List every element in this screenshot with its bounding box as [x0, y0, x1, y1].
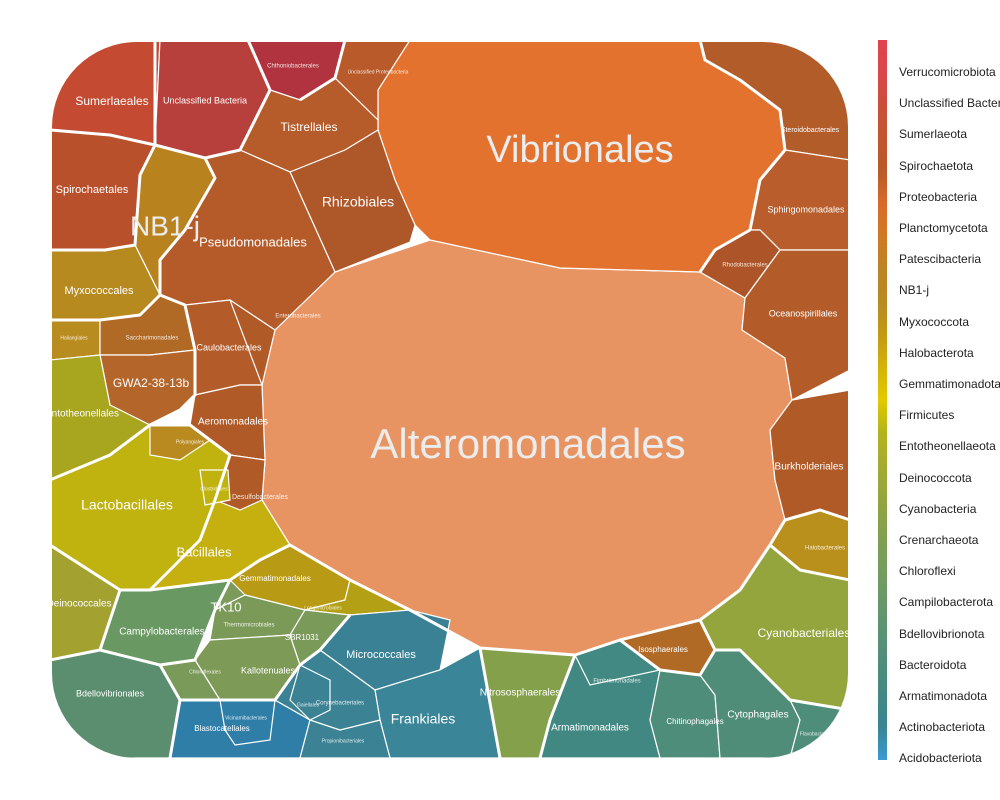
cell-label-isosphaerales: Isosphaerales: [638, 645, 688, 654]
legend-item-patescibacteria: Patescibacteria: [899, 252, 982, 267]
cell-label-enterobacterales: Enterobacterales: [275, 314, 320, 320]
cell-label-sphingomonadales: Sphingomonadales: [767, 204, 845, 214]
cell-flavobacteriales: [788, 699, 848, 758]
cell-label-myxococcales: Myxococcales: [64, 285, 134, 297]
cell-label-campylobacterales: Campylobacterales: [119, 627, 205, 638]
cell-label-pseudomonadales: Pseudomonadales: [199, 234, 307, 249]
legend-item-crenarchaeota: Crenarchaeota: [899, 533, 979, 547]
cell-label-gwa2-38-13b: GWA2-38-13b: [113, 376, 190, 390]
cell-label-tk10: TK10: [210, 599, 241, 614]
cell-label-polyangiales: Polyangiales: [176, 439, 205, 445]
legend: Verrucomicrobiota Unclassified Bacteria Su…: [878, 40, 1000, 765]
legend-item-sumerlaeota: Sumerlaeota: [899, 127, 968, 142]
cell-label-vibrionales: Vibrionales: [486, 129, 673, 171]
cell-label-rhodobacterales: Rhodobacterales: [722, 263, 767, 269]
cell-label-bacillales: Bacillales: [177, 544, 232, 559]
cell-label-nitrososphaerales: Nitrososphaerales: [480, 688, 561, 699]
cell-label-cyanobacteriales: Cyanobacteriales: [758, 626, 851, 640]
legend-item-nb1-j: NB1-j: [899, 283, 930, 298]
cell-label-flavobacteriales: Flavobacteriales: [800, 731, 837, 737]
cell-label-aeromonadales: Aeromonadales: [198, 417, 268, 428]
cell-label-caulobacterales: Caulobacterales: [196, 342, 262, 352]
cell-label-thermomicrobiales: Thermomicrobiales: [223, 623, 274, 629]
cell-label-propionibacteriales: Propionibacteriales: [322, 738, 365, 744]
legend-item-armatimonadota: Armatimonadota: [899, 689, 988, 703]
legend-item-bdellovibrionota: Bdellovibrionota: [899, 626, 985, 641]
legend-item-cyanobacteria: Cyanobacteria: [899, 501, 977, 516]
cell-sumerlaeales: [52, 42, 161, 146]
legend-item-proteobacteria: Proteobacteria: [899, 189, 978, 204]
legend-item-myxococcota: Myxococcota: [899, 314, 970, 329]
legend-color-bar: [878, 40, 887, 760]
cell-label-haliangiales: Haliangiales: [60, 335, 88, 341]
cell-label-corynebacteriales: Corynebacteriales: [316, 701, 364, 707]
voronoi-treemap: Alteromonadales Vibrionales Sumerlaeales Un…: [45, 42, 851, 758]
legend-item-gemmatimonadota: Gemmatimonadota: [899, 377, 1000, 391]
legend-item-actinobacteriota: Actinobacteriota: [899, 720, 986, 735]
legend-item-firmicutes: Firmicutes: [899, 408, 955, 423]
legend-item-chloroflexi: Chloroflexi: [899, 564, 956, 579]
legend-item-bacteroidota: Bacteroidota: [899, 657, 967, 672]
cell-label-gaiellales: Gaiellales: [297, 702, 319, 708]
cell-label-chloroflexales: Chloroflexales: [189, 669, 221, 675]
legend-item-deinococcota: Deinococcota: [899, 470, 972, 485]
cell-label-entotheonellales: Entotheonellales: [45, 409, 119, 420]
cell-label-fimbriimonadales: Fimbriimonadales: [593, 679, 640, 685]
legend-item-halobacterota: Halobacterota: [899, 345, 974, 360]
cell-label-halobacterales: Halobacterales: [805, 546, 845, 552]
legend-item-acidobacteriota: Acidobacteriota: [899, 751, 982, 766]
cell-label-unclassified-proteobacteria: Unclassified Proteobacteria: [348, 69, 409, 75]
cell-label-tistrellales: Tistrellales: [281, 120, 338, 134]
legend-item-spirochaetota: Spirochaetota: [899, 158, 974, 173]
cell-label-chthoniobacterales: Chthoniobacterales: [267, 64, 319, 70]
cell-label-bdellovibrionales: Bdellovibrionales: [76, 688, 145, 698]
cell-label-sumerlaeales: Sumerlaeales: [75, 94, 148, 108]
cell-label-rhizobiales: Rhizobiales: [322, 194, 394, 210]
cell-label-steroidobacterales: Steroidobacterales: [781, 127, 840, 134]
cell-label-frankiales: Frankiales: [391, 711, 456, 727]
legend-item-entotheonellaeota: Entotheonellaeota: [899, 439, 996, 454]
cell-label-chitinophagales: Chitinophagales: [666, 717, 723, 726]
cell-label-burkholderiales: Burkholderiales: [775, 462, 844, 473]
cell-label-kallotenuales: Kallotenuales: [241, 665, 296, 675]
cell-label-saccharimonadales: Saccharimonadales: [126, 336, 179, 342]
cell-label-gemmatimonadales: Gemmatimonadales: [239, 574, 311, 583]
cell-label-clostridiales: Clostridiales: [200, 486, 228, 492]
cell-label-sbr1031: SBR1031: [285, 633, 320, 642]
cell-label-spirochaetales: Spirochaetales: [56, 184, 129, 196]
cell-label-armatimonadales: Armatimonadales: [551, 723, 629, 734]
cell-label-nb1-j: NB1-j: [130, 210, 200, 241]
cell-label-cytophagales: Cytophagales: [727, 710, 788, 721]
cell-label-micrococcales: Micrococcales: [346, 649, 416, 661]
cell-label-oceanospirillales: Oceanospirillales: [769, 308, 838, 318]
legend-item-campilobacterota: Campilobacterota: [899, 595, 994, 610]
cell-label-blastocatellales: Blastocatellales: [194, 724, 250, 733]
legend-item-unclassified-bacteria: Unclassified Bacteria: [899, 96, 1000, 111]
legend-item-planctomycetota: Planctomycetota: [899, 221, 988, 235]
legend-item-verrucomicrobiota: Verrucomicrobiota: [899, 65, 996, 79]
cell-label-alteromonadales: Alteromonadales: [370, 420, 685, 467]
cell-label-unclassified-bacteria: Unclassified Bacteria: [163, 95, 247, 105]
cell-label-longimicrobiales: Longimicrobiales: [304, 605, 342, 611]
cell-label-vicinamibacterales: Vicinamibacterales: [225, 715, 267, 721]
cell-label-deinococcales: Deinococcales: [46, 599, 111, 610]
cell-label-desulfobacterales: Desulfobacterales: [232, 494, 289, 501]
cell-label-lactobacillales: Lactobacillales: [81, 497, 173, 513]
